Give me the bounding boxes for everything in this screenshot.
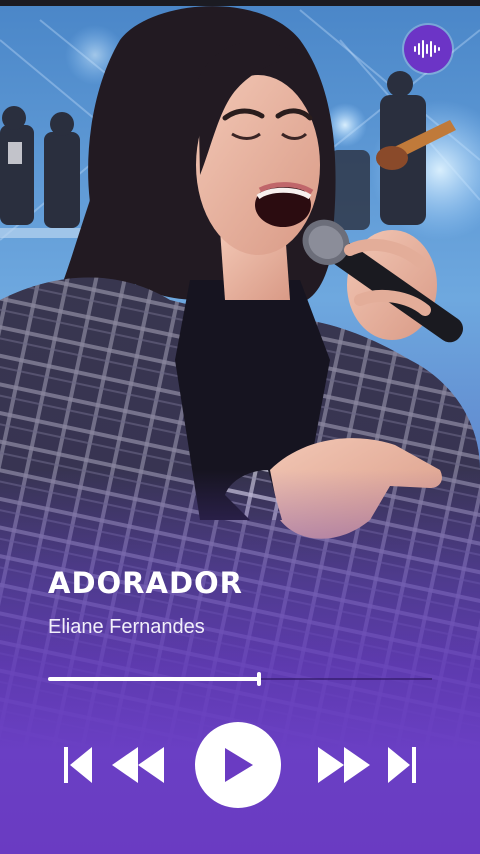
progress-fill: [48, 677, 260, 681]
skip-previous-button[interactable]: [60, 744, 96, 786]
rewind-button[interactable]: [108, 744, 168, 786]
fast-forward-icon: [318, 747, 370, 783]
track-title: ADORADOR: [48, 566, 243, 600]
skip-previous-icon: [64, 747, 92, 783]
play-button[interactable]: [195, 722, 281, 808]
progress-slider[interactable]: [48, 672, 432, 686]
audio-waveform-icon[interactable]: [404, 25, 452, 73]
fast-forward-button[interactable]: [314, 744, 374, 786]
playback-controls: [0, 718, 480, 812]
skip-next-icon: [388, 747, 416, 783]
waveform-glyph: [414, 40, 440, 58]
progress-thumb[interactable]: [257, 672, 262, 686]
play-icon: [225, 748, 253, 782]
status-bar-strip: [0, 0, 480, 6]
skip-next-button[interactable]: [384, 744, 420, 786]
track-artist: Eliane Fernandes: [48, 616, 205, 638]
player-screen: ADORADOR Eliane Fernandes: [0, 0, 480, 854]
rewind-icon: [112, 747, 164, 783]
